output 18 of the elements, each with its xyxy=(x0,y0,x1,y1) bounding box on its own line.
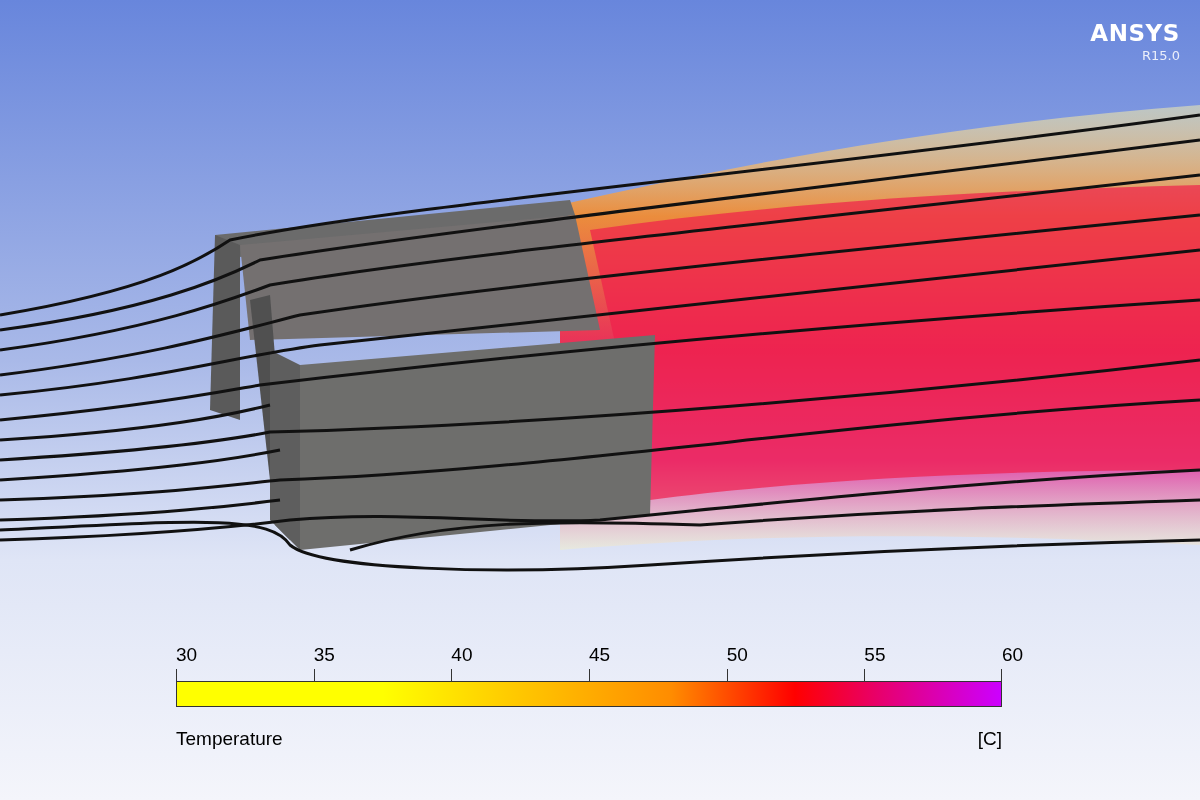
legend-unit-label: [C] xyxy=(977,727,1002,751)
tick-mark xyxy=(313,669,315,681)
tick-mark xyxy=(726,669,728,681)
tick-label: 40 xyxy=(451,645,473,664)
tick-mark xyxy=(589,669,590,681)
logo-wordmark: ANSYS xyxy=(1090,22,1180,45)
version-label: R15.0 xyxy=(1142,49,1180,62)
tick-label: 60 xyxy=(1002,645,1024,664)
tick-label: 30 xyxy=(176,645,198,664)
tick-label: 50 xyxy=(726,645,748,664)
tick-label: 55 xyxy=(864,645,886,664)
tick-mark xyxy=(1001,669,1002,681)
tick-mark xyxy=(864,669,866,681)
tick-label: 45 xyxy=(589,645,611,664)
tick-label: 35 xyxy=(313,645,335,664)
tick-mark xyxy=(451,669,453,681)
tick-mark xyxy=(176,669,177,681)
legend-variable-label: Temperature xyxy=(176,727,283,751)
